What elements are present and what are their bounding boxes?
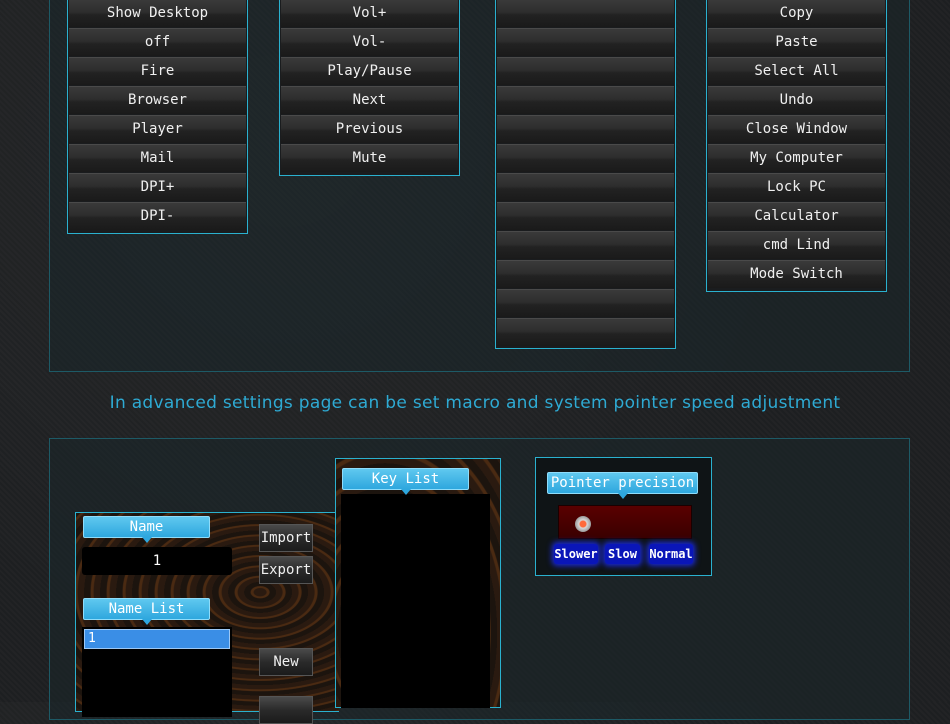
- menu-column-4: Copy Paste Select All Undo Close Window My Co…: [706, 0, 887, 292]
- menu-item[interactable]: [497, 115, 674, 143]
- slider-knob-icon[interactable]: [575, 516, 591, 532]
- new-button[interactable]: New: [259, 648, 313, 676]
- menu-item[interactable]: [497, 28, 674, 56]
- advanced-settings-caption: In advanced settings page can be set mac…: [109, 393, 841, 413]
- speed-slow-label: Slow: [605, 544, 640, 564]
- menu-item[interactable]: [497, 57, 674, 85]
- menu-item[interactable]: DPI+: [69, 173, 246, 201]
- menu-item[interactable]: [497, 231, 674, 259]
- menu-item[interactable]: Next: [281, 86, 458, 114]
- menu-item[interactable]: [497, 318, 674, 346]
- menu-item[interactable]: Select All: [708, 57, 885, 85]
- name-list-box[interactable]: 1: [82, 627, 232, 717]
- export-button[interactable]: Export: [259, 556, 313, 584]
- name-list-item[interactable]: 1: [84, 629, 230, 649]
- menu-item[interactable]: My Computer: [708, 144, 885, 172]
- import-button[interactable]: Import: [259, 524, 313, 552]
- menu-item[interactable]: Play/Pause: [281, 57, 458, 85]
- menu-item[interactable]: Previous: [281, 115, 458, 143]
- name-field-value: 1: [152, 553, 162, 569]
- menu-item[interactable]: [497, 260, 674, 288]
- menu-item[interactable]: Mode Switch: [708, 260, 885, 288]
- menu-item[interactable]: [497, 202, 674, 230]
- menu-item[interactable]: [497, 86, 674, 114]
- menu-item[interactable]: Vol-: [281, 28, 458, 56]
- menu-item[interactable]: off: [69, 28, 246, 56]
- speed-normal-label: Normal: [649, 544, 693, 564]
- menu-item[interactable]: Copy: [708, 0, 885, 27]
- menu-item[interactable]: Paste: [708, 28, 885, 56]
- pointer-precision-label: Pointer precision: [547, 472, 698, 499]
- partial-button[interactable]: [259, 696, 313, 724]
- key-list-box[interactable]: [341, 494, 490, 708]
- menu-item[interactable]: Player: [69, 115, 246, 143]
- menu-item[interactable]: [497, 173, 674, 201]
- menu-item[interactable]: Mail: [69, 144, 246, 172]
- menu-column-3: [495, 0, 676, 349]
- menu-item[interactable]: Lock PC: [708, 173, 885, 201]
- menu-item[interactable]: Browser: [69, 86, 246, 114]
- key-list-label: Key List: [342, 468, 469, 495]
- name-list-label: Name List: [83, 598, 210, 625]
- menu-item[interactable]: Mute: [281, 144, 458, 172]
- menu-item[interactable]: cmd Lind: [708, 231, 885, 259]
- menu-item[interactable]: [497, 289, 674, 317]
- menu-item[interactable]: Fire: [69, 57, 246, 85]
- name-label: Name: [83, 516, 210, 543]
- menu-item[interactable]: [497, 144, 674, 172]
- menu-item[interactable]: Close Window: [708, 115, 885, 143]
- speed-slower-label: Slower: [554, 544, 598, 564]
- menu-item[interactable]: Calculator: [708, 202, 885, 230]
- menu-item[interactable]: DPI-: [69, 202, 246, 230]
- menu-column-1: Show Desktop off Fire Browser Player Mail DPI+…: [67, 0, 248, 234]
- menu-column-2: Vol+ Vol- Play/Pause Next Previous Mute: [279, 0, 460, 176]
- menu-item[interactable]: Show Desktop: [69, 0, 246, 27]
- menu-item[interactable]: Undo: [708, 86, 885, 114]
- menu-item[interactable]: Vol+: [281, 0, 458, 27]
- menu-item[interactable]: [497, 0, 674, 27]
- name-field[interactable]: 1: [82, 547, 232, 575]
